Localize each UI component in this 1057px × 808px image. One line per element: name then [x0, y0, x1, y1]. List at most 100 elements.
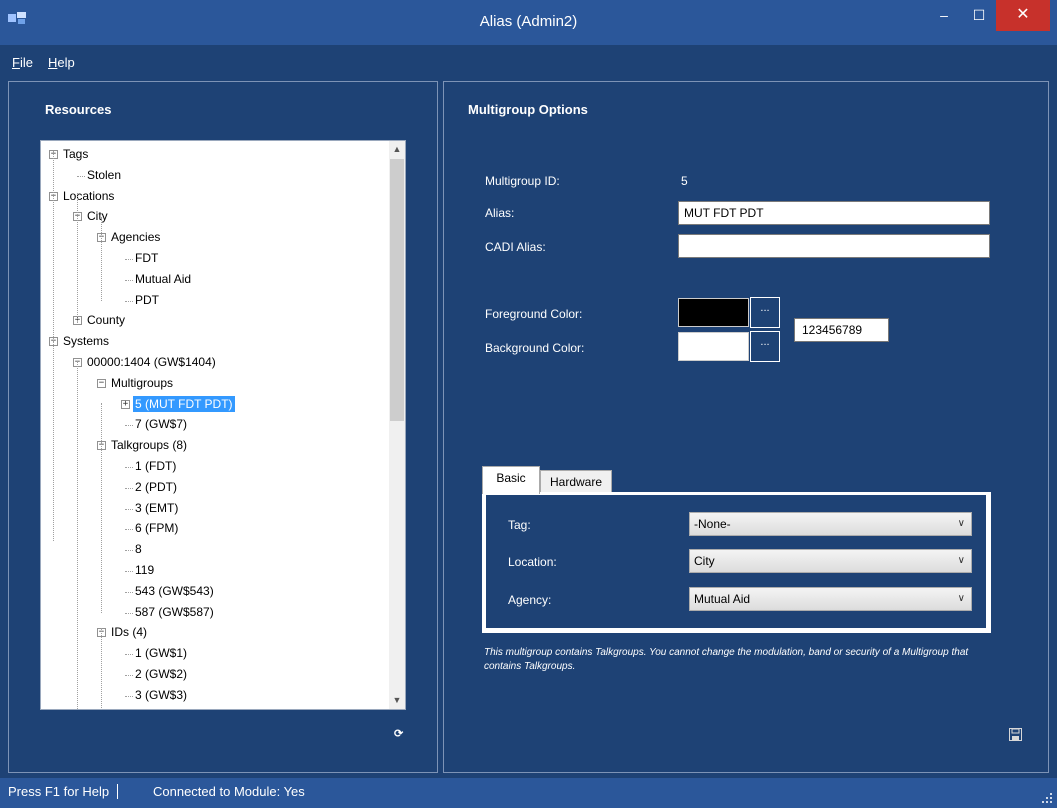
- tag-select-value: -None-: [694, 517, 731, 531]
- resources-tree[interactable]: − Tags Stolen − Locations − City − Agencies FDT Mu…: [40, 140, 406, 710]
- tree-node-label: 2 (GW$2): [135, 667, 188, 681]
- agency-select-value: Mutual Aid: [694, 592, 751, 606]
- tab-hardware[interactable]: Hardware: [540, 470, 612, 494]
- tree-node-label: Multigroups: [111, 375, 174, 390]
- tag-label: Tag:: [508, 518, 531, 532]
- status-help-text: Press F1 for Help: [8, 784, 119, 799]
- chevron-down-icon: ∨: [957, 593, 965, 604]
- tree-connector: [125, 487, 133, 489]
- tree-node[interactable]: Locations: [61, 186, 116, 207]
- tree-node-label: 5 (MUT FDT PDT): [133, 395, 235, 412]
- tree-node[interactable]: County: [85, 310, 127, 331]
- tree-node[interactable]: Mutual Aid: [133, 269, 193, 290]
- tree-node[interactable]: 543 (GW$543): [133, 581, 216, 602]
- tree-node-label: 4 (GW$4): [133, 708, 189, 710]
- tree-guide-line: [77, 361, 78, 709]
- resources-panel: Resources − Tags Stolen − Locations − City − Age…: [8, 81, 438, 773]
- tree-node[interactable]: 1 (FDT): [133, 456, 178, 477]
- tree-connector: [125, 300, 133, 302]
- window-title: Alias (Admin2): [479, 13, 578, 30]
- tree-guide-line: [101, 217, 102, 301]
- tree-connector: [125, 591, 133, 593]
- tree-connector: [125, 550, 133, 552]
- location-select[interactable]: City ∨: [689, 549, 972, 573]
- agency-select[interactable]: Mutual Aid ∨: [689, 587, 972, 611]
- menu-help-mnemonic: H: [48, 55, 58, 70]
- multigroup-id-value: 5: [681, 174, 688, 188]
- tree-node[interactable]: Multigroups: [109, 373, 175, 394]
- menu-file[interactable]: File: [12, 55, 33, 70]
- menu-help-label: elp: [57, 55, 75, 70]
- alias-input[interactable]: [678, 201, 990, 225]
- multigroup-note: This multigroup contains Talkgroups. You…: [484, 647, 969, 672]
- tree-node[interactable]: 5 (MUT FDT PDT): [133, 394, 235, 415]
- tree-node[interactable]: 2 (PDT): [133, 477, 179, 498]
- multigroup-id-label: Multigroup ID:: [485, 174, 560, 188]
- tree-node-label: Systems: [63, 334, 110, 349]
- tree-node-label: 7 (GW$7): [135, 417, 188, 432]
- alias-label: Alias:: [485, 206, 515, 220]
- collapse-icon[interactable]: −: [97, 378, 106, 388]
- tree-node-label: 1 (GW$1): [135, 646, 188, 661]
- scroll-up-button[interactable]: ▲: [389, 141, 405, 158]
- status-connection-text: Connected to Module: Yes: [153, 784, 305, 799]
- tree-node[interactable]: 3 (EMT): [133, 498, 180, 519]
- minimize-button[interactable]: –: [926, 0, 962, 30]
- tree-node[interactable]: Talkgroups (8): [109, 435, 189, 456]
- tree-node[interactable]: Systems: [61, 331, 111, 352]
- tree-connector: [125, 675, 133, 676]
- tree-node[interactable]: 587 (GW$587): [133, 602, 216, 623]
- tree-node-label: IDs (4): [111, 625, 147, 640]
- foreground-color-picker-button[interactable]: ...: [750, 297, 780, 328]
- tree-connector: [125, 654, 133, 656]
- scroll-down-button[interactable]: ▼: [389, 692, 405, 709]
- tree-node[interactable]: Stolen: [85, 165, 123, 186]
- maximize-button[interactable]: ☐: [962, 0, 996, 30]
- resize-grip-icon[interactable]: [1041, 792, 1053, 804]
- cadi-alias-input[interactable]: [678, 234, 990, 258]
- tree-node[interactable]: Agencies: [109, 227, 162, 248]
- tag-select[interactable]: -None- ∨: [689, 512, 972, 536]
- tree-node[interactable]: IDs (4): [109, 622, 149, 643]
- tree-node[interactable]: 00000:1404 (GW$1404): [85, 352, 218, 373]
- tab-basic[interactable]: Basic: [482, 466, 540, 494]
- save-icon[interactable]: [1009, 728, 1022, 741]
- background-color-picker-button[interactable]: ...: [750, 331, 780, 362]
- tree-node[interactable]: PDT: [133, 290, 161, 311]
- expand-icon[interactable]: +: [121, 399, 130, 409]
- tree-connector: [125, 467, 133, 468]
- tree-node[interactable]: 2 (GW$2): [133, 664, 189, 685]
- tree-content: − Tags Stolen − Locations − City − Agencies FDT Mu…: [41, 141, 391, 710]
- tree-guide-line: [77, 193, 78, 323]
- tree-node[interactable]: 119: [133, 560, 156, 581]
- tree-node[interactable]: 7 (GW$7): [133, 414, 189, 435]
- tree-node[interactable]: FDT: [133, 248, 160, 269]
- tree-node[interactable]: 4 (GW$4): [133, 706, 189, 710]
- basic-tab-content: Tag: -None- ∨ Location: City ∨ Agency: M…: [486, 495, 986, 628]
- resources-title: Resources: [45, 102, 112, 117]
- tree-connector: [125, 279, 133, 281]
- tree-node[interactable]: City: [85, 206, 110, 227]
- tree-node[interactable]: Tags: [61, 144, 90, 165]
- menu-file-label: ile: [19, 55, 33, 70]
- basic-tab-panel: Tag: -None- ∨ Location: City ∨ Agency: M…: [482, 492, 991, 633]
- tree-node-label: 2 (PDT): [135, 479, 177, 494]
- tree-connector: [125, 695, 133, 697]
- refresh-icon[interactable]: ⟳: [394, 727, 403, 740]
- menu-bar: File Help: [8, 45, 1049, 77]
- foreground-color-label: Foreground Color:: [485, 307, 583, 321]
- tree-node[interactable]: 6 (FPM): [133, 518, 180, 539]
- tree-connector: [125, 529, 133, 531]
- tree-guide-line: [101, 628, 102, 708]
- scroll-thumb[interactable]: [390, 159, 404, 421]
- tree-node[interactable]: 8: [133, 539, 144, 560]
- tree-node-label: 119: [135, 563, 155, 577]
- tree-node[interactable]: 3 (GW$3): [133, 685, 189, 706]
- tree-node[interactable]: 1 (GW$1): [133, 643, 189, 664]
- tree-scrollbar[interactable]: ▲ ▼: [389, 141, 405, 709]
- menu-help[interactable]: Help: [48, 55, 75, 70]
- chevron-down-icon: ∨: [957, 518, 965, 529]
- options-title: Multigroup Options: [468, 102, 588, 117]
- close-button[interactable]: ✕: [996, 0, 1050, 31]
- tree-connector: [125, 612, 133, 614]
